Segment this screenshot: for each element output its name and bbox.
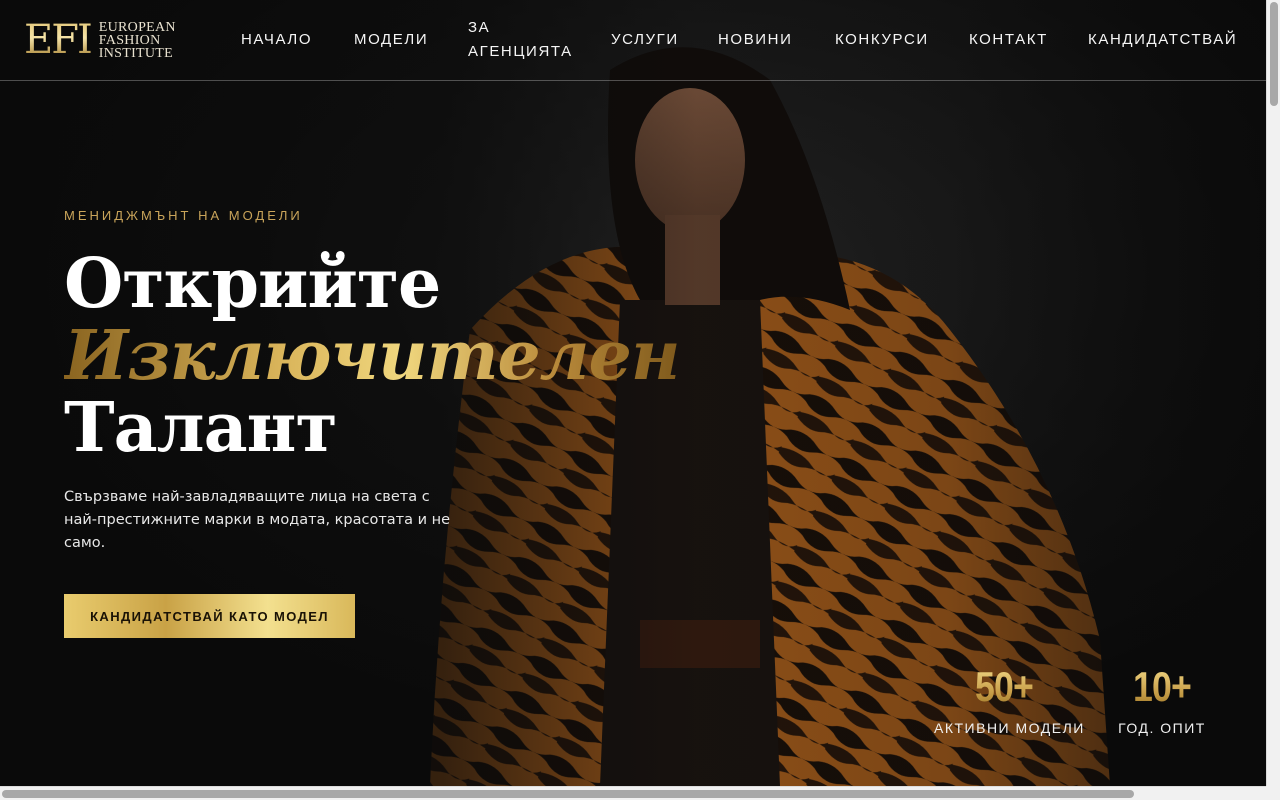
scrollbar-corner <box>1266 786 1280 800</box>
stat-years-experience: 10+ ГОД. ОПИТ <box>1114 664 1210 737</box>
vertical-scrollbar-thumb[interactable] <box>1270 2 1278 106</box>
nav-news[interactable]: НОВИНИ <box>718 28 793 52</box>
horizontal-scrollbar-thumb[interactable] <box>2 790 1134 798</box>
nav-models[interactable]: МОДЕЛИ <box>354 28 428 52</box>
vertical-scrollbar[interactable] <box>1266 0 1280 786</box>
headline-line-2-gold: Изключителен <box>64 316 680 396</box>
nav-about-line1[interactable]: ЗА <box>468 16 490 40</box>
nav-contests[interactable]: КОНКУРСИ <box>835 28 929 52</box>
headline-line-1: Открийте <box>64 244 441 324</box>
nav-about-line2[interactable]: АГЕНЦИЯТА <box>468 40 573 64</box>
hero-subtitle: Свързваме най-завладяващите лица на свет… <box>64 489 451 551</box>
stat-label: АКТИВНИ МОДЕЛИ <box>934 720 1085 736</box>
hero-eyebrow: МЕНИДЖМЪНТ НА МОДЕЛИ <box>64 208 303 223</box>
stat-value: 50+ <box>945 664 1064 710</box>
nav-services[interactable]: УСЛУГИ <box>611 28 679 52</box>
stat-label: ГОД. ОПИТ <box>1118 720 1206 736</box>
main-nav: НАЧАЛО МОДЕЛИ ЗА АГЕНЦИЯТА УСЛУГИ НОВИНИ… <box>0 0 1266 80</box>
apply-as-model-button[interactable]: КАНДИДАТСТВАЙ КАТО МОДЕЛ <box>64 594 355 638</box>
stat-active-models: 50+ АКТИВНИ МОДЕЛИ <box>934 664 1085 737</box>
horizontal-scrollbar[interactable] <box>0 786 1280 800</box>
site-header: EFI European Fashion Institute НАЧАЛО МО… <box>0 0 1266 81</box>
nav-contact[interactable]: КОНТАКТ <box>969 28 1048 52</box>
nav-apply[interactable]: КАНДИДАТСТВАЙ <box>1088 28 1237 52</box>
stat-value: 10+ <box>1121 664 1203 710</box>
headline-line-3: Талант <box>64 388 338 468</box>
nav-home[interactable]: НАЧАЛО <box>241 28 312 52</box>
hero-headline: Открийте Изключителен Талант <box>64 244 680 468</box>
